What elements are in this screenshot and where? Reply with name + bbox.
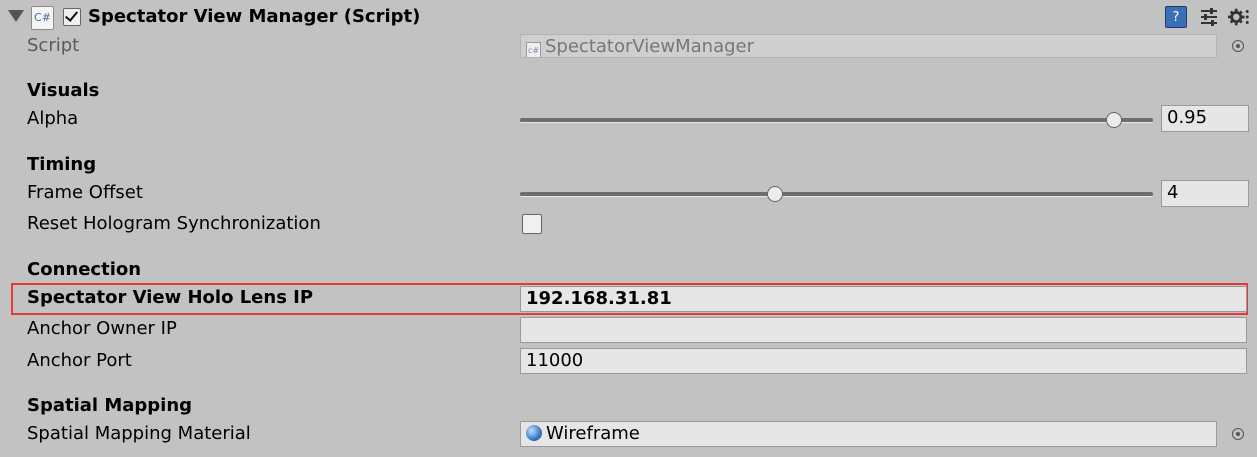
spatial-material-value: Wireframe <box>546 423 640 444</box>
foldout-triangle-icon[interactable] <box>8 10 24 22</box>
help-book-icon[interactable]: ? <box>1165 6 1187 28</box>
preset-sliders-icon[interactable] <box>1198 6 1220 28</box>
script-field: c# SpectatorViewManager <box>520 34 1217 58</box>
anchor-owner-ip-field[interactable] <box>520 317 1247 343</box>
alpha-slider-track[interactable] <box>520 118 1153 123</box>
reset-sync-label: Reset Hologram Synchronization <box>27 213 321 234</box>
component-title: Spectator View Manager (Script) <box>88 6 421 27</box>
spatial-material-label: Spatial Mapping Material <box>27 423 251 444</box>
section-visuals: Visuals <box>27 80 100 101</box>
object-picker-icon[interactable] <box>1232 428 1244 440</box>
csharp-script-icon: c# <box>526 42 541 57</box>
csharp-script-icon: C# <box>31 6 54 30</box>
script-value: SpectatorViewManager <box>545 36 754 57</box>
script-label: Script <box>27 35 80 56</box>
section-spatial-mapping: Spatial Mapping <box>27 395 193 416</box>
gear-icon[interactable] <box>1228 6 1250 28</box>
alpha-slider-thumb[interactable] <box>1106 112 1123 128</box>
alpha-value-field[interactable]: 0.95 <box>1161 105 1249 132</box>
alpha-label: Alpha <box>27 108 79 129</box>
section-timing: Timing <box>27 154 97 175</box>
frame-offset-slider-track[interactable] <box>520 192 1153 197</box>
component-enabled-checkbox[interactable] <box>63 8 81 26</box>
holo-ip-field[interactable]: 192.168.31.81 <box>520 286 1247 312</box>
anchor-port-field[interactable]: 11000 <box>520 348 1247 374</box>
anchor-owner-ip-label: Anchor Owner IP <box>27 318 177 339</box>
frame-offset-slider-thumb[interactable] <box>766 186 783 202</box>
inspector-panel: C# Spectator View Manager (Script) ? Scr… <box>0 0 1257 457</box>
section-connection: Connection <box>27 259 142 280</box>
reset-sync-checkbox[interactable] <box>522 214 542 234</box>
anchor-port-label: Anchor Port <box>27 350 132 371</box>
object-picker-icon[interactable] <box>1232 40 1244 52</box>
frame-offset-label: Frame Offset <box>27 182 143 203</box>
frame-offset-value-field[interactable]: 4 <box>1161 180 1249 207</box>
spatial-material-field[interactable]: Wireframe <box>520 421 1217 447</box>
component-header: C# Spectator View Manager (Script) ? <box>0 0 1257 34</box>
holo-ip-label: Spectator View Holo Lens IP <box>27 287 314 308</box>
material-sphere-icon <box>526 425 542 441</box>
